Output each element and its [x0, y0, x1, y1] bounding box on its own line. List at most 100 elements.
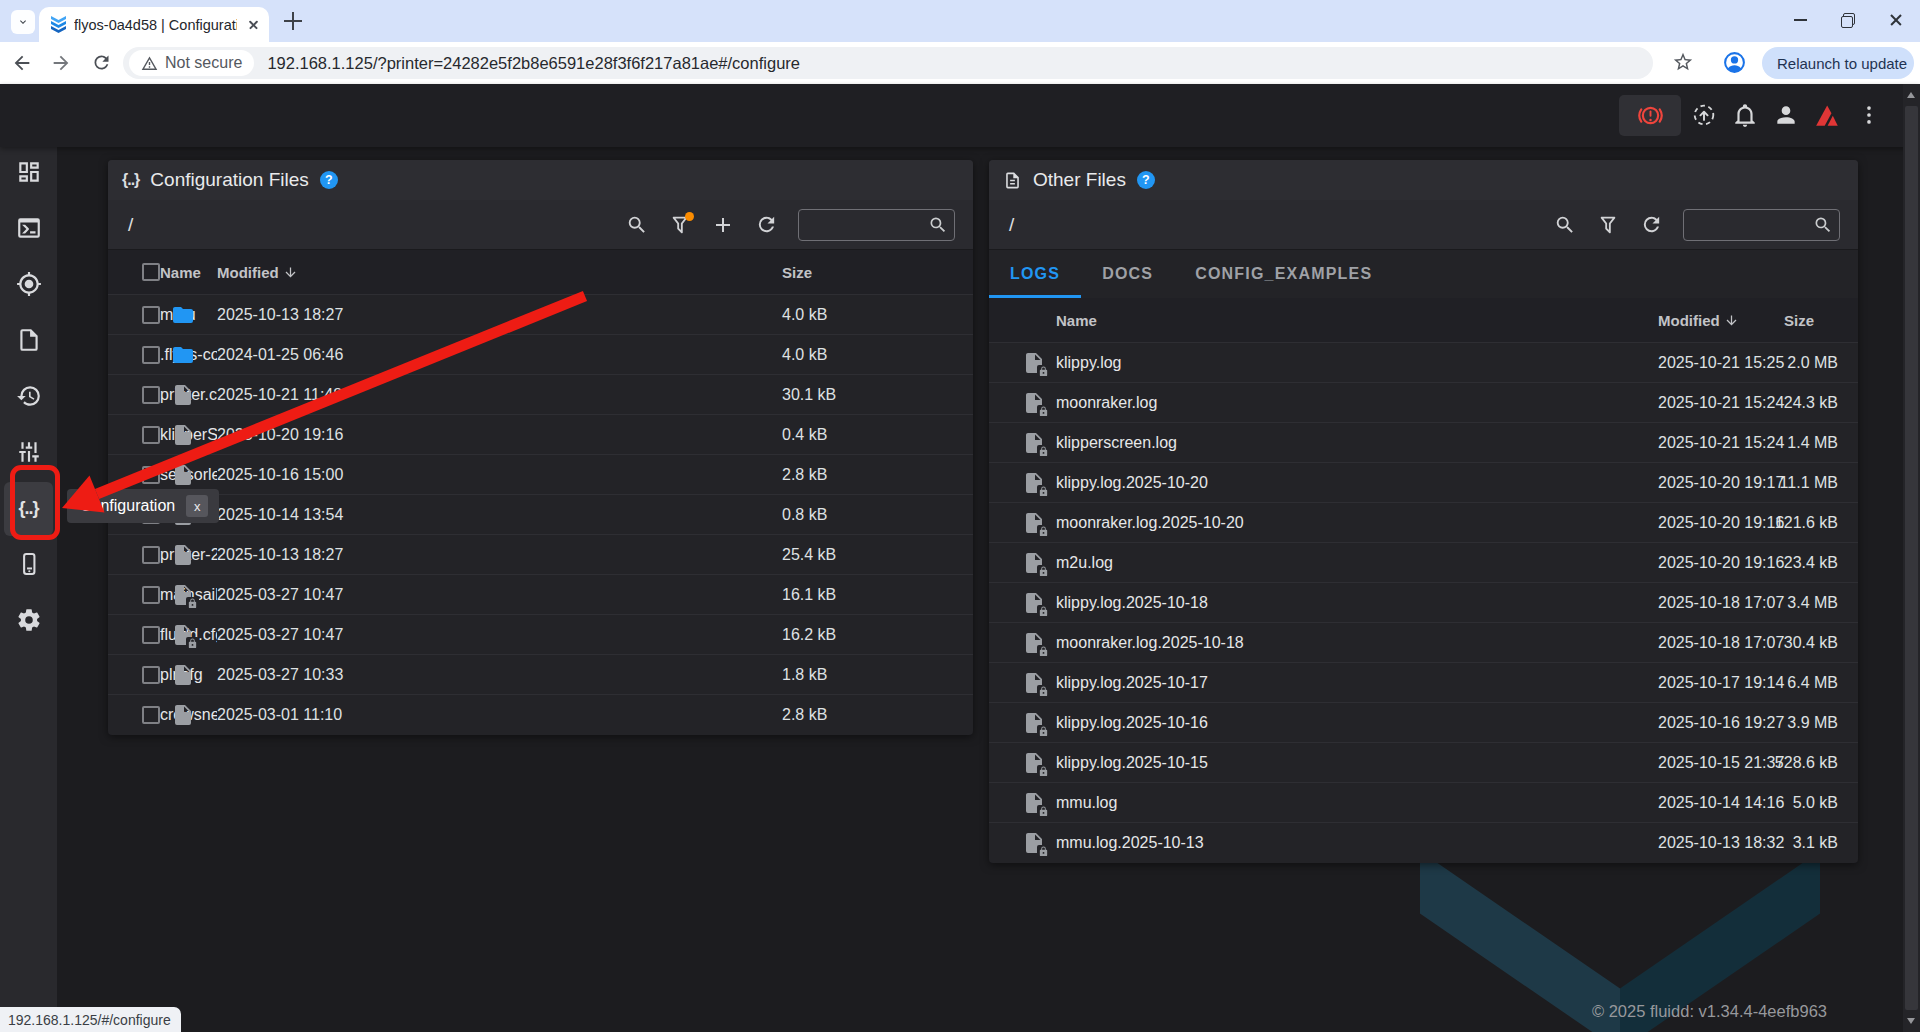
row-checkbox[interactable]	[142, 306, 160, 324]
file-search-box[interactable]	[1683, 209, 1840, 241]
row-checkbox[interactable]	[142, 426, 160, 444]
file-row[interactable]: moonraker.log.2025-10-18 2025-10-18 17:0…	[989, 622, 1858, 662]
column-size[interactable]: Size	[782, 264, 914, 281]
column-size[interactable]: Size	[1784, 312, 1838, 329]
file-row[interactable]: sensorless.cfg 2025-10-16 15:00 2.8 kB	[108, 454, 973, 494]
select-all-checkbox[interactable]	[142, 263, 160, 281]
back-button[interactable]	[11, 52, 33, 74]
file-row[interactable]: klippy.log.2025-10-20 2025-10-20 19:17 1…	[989, 462, 1858, 502]
tab-logs[interactable]: LOGS	[989, 250, 1081, 298]
file-size: 1.4 MB	[1784, 434, 1838, 452]
file-row[interactable]: fluidd.cfg 2025-03-27 10:47 16.2 kB	[108, 614, 973, 654]
forward-button[interactable]	[50, 52, 72, 74]
column-name: Name	[1056, 312, 1658, 329]
file-modified: 2025-03-27 10:47	[217, 626, 782, 644]
notifications-bell-icon[interactable]	[1732, 102, 1758, 128]
sidebar-item-dashboard[interactable]	[0, 144, 57, 200]
file-row[interactable]: mainsail.cfg 2025-03-27 10:47 16.1 kB	[108, 574, 973, 614]
tab-config_examples[interactable]: CONFIG_EXAMPLES	[1174, 250, 1393, 298]
file-row[interactable]: m2u.log 2025-10-20 19:16 23.4 kB	[989, 542, 1858, 582]
row-checkbox[interactable]	[142, 346, 160, 364]
tab-docs[interactable]: DOCS	[1081, 250, 1174, 298]
sidebar-item-system[interactable]	[0, 536, 57, 592]
help-icon[interactable]: ?	[1137, 171, 1155, 189]
file-lock-icon	[1022, 551, 1046, 575]
row-checkbox[interactable]	[142, 386, 160, 404]
column-modified[interactable]: Modified	[1658, 312, 1784, 329]
file-row[interactable]: moonraker.log.2025-10-20 2025-10-20 19:1…	[989, 502, 1858, 542]
file-row[interactable]: moonraker.conf 2025-10-14 13:54 0.8 kB	[108, 494, 973, 534]
file-row[interactable]: plr.cfg 2025-03-27 10:33 1.8 kB	[108, 654, 973, 694]
refresh-icon[interactable]	[1639, 213, 1663, 237]
sidebar-item-history[interactable]	[0, 368, 57, 424]
row-checkbox[interactable]	[142, 466, 160, 484]
search-icon[interactable]	[1553, 213, 1577, 237]
fly-brand-logo[interactable]	[1813, 102, 1840, 129]
relaunch-button[interactable]: Relaunch to update	[1762, 47, 1914, 79]
gcode-preview-icon	[16, 271, 42, 297]
breadcrumb[interactable]: /	[128, 214, 133, 236]
file-row[interactable]: printer-20251013_182707.cfg-old 2025-10-…	[108, 534, 973, 574]
breadcrumb[interactable]: /	[1009, 214, 1014, 236]
sidebar-item-jobs[interactable]	[0, 312, 57, 368]
profile-avatar[interactable]	[1722, 50, 1747, 75]
tab-close-icon[interactable]	[245, 17, 261, 33]
sidebar-item-gcode-preview[interactable]	[0, 256, 57, 312]
file-row[interactable]: klippy.log.2025-10-16 2025-10-16 19:27 3…	[989, 702, 1858, 742]
file-row[interactable]: .flyos-config 2024-01-25 06:46 4.0 kB	[108, 334, 973, 374]
file-row[interactable]: mmu.log.2025-10-13 2025-10-13 18:32 3.1 …	[989, 822, 1858, 862]
file-row[interactable]: klipperscreen.log 2025-10-21 15:24 1.4 M…	[989, 422, 1858, 462]
file-row[interactable]: mmu 2025-10-13 18:27 4.0 kB	[108, 294, 973, 334]
scrollbar-thumb[interactable]	[1905, 106, 1918, 1010]
sidebar-item-settings[interactable]	[0, 592, 57, 648]
bookmark-star-icon[interactable]	[1672, 51, 1694, 73]
emergency-stop-button[interactable]	[1619, 95, 1681, 136]
browser-tab[interactable]: flyos-0a4d58 | Configuration	[39, 7, 269, 42]
window-minimize-button[interactable]	[1790, 10, 1810, 30]
upload-print-icon[interactable]	[1691, 102, 1717, 128]
scroll-up-arrow[interactable]	[1907, 92, 1915, 98]
filter-icon[interactable]	[1596, 213, 1620, 237]
row-checkbox[interactable]	[142, 626, 160, 644]
file-row[interactable]: klippy.log.2025-10-18 2025-10-18 17:07 3…	[989, 582, 1858, 622]
security-chip[interactable]: Not secure	[129, 50, 254, 76]
address-bar[interactable]: Not secure 192.168.1.125/?printer=24282e…	[123, 47, 1653, 79]
help-icon[interactable]: ?	[320, 171, 338, 189]
file-name: klippy.log.2025-10-20	[1056, 474, 1658, 492]
row-checkbox[interactable]	[142, 666, 160, 684]
filter-active-badge	[685, 212, 694, 221]
scroll-down-arrow[interactable]	[1907, 1018, 1915, 1024]
file-row[interactable]: klipperScreen.conf 2025-10-20 19:16 0.4 …	[108, 414, 973, 454]
file-row[interactable]: crowsnest.conf 2025-03-01 11:10 2.8 kB	[108, 694, 973, 734]
filter-icon[interactable]	[668, 213, 692, 237]
refresh-icon[interactable]	[754, 213, 778, 237]
file-row[interactable]: moonraker.log 2025-10-21 15:24 24.3 kB	[989, 382, 1858, 422]
file-row[interactable]: klippy.log.2025-10-15 2025-10-15 21:37 5…	[989, 742, 1858, 782]
file-row[interactable]: mmu.log 2025-10-14 14:16 5.0 kB	[989, 782, 1858, 822]
file-search-input[interactable]	[1694, 216, 1813, 233]
user-account-icon[interactable]	[1773, 102, 1799, 128]
search-icon[interactable]	[625, 213, 649, 237]
page-scrollbar[interactable]	[1903, 84, 1920, 1032]
file-row[interactable]: klippy.log.2025-10-17 2025-10-17 19:14 6…	[989, 662, 1858, 702]
file-lock-icon	[1022, 631, 1046, 655]
new-tab-button[interactable]	[284, 12, 302, 30]
file-row[interactable]: printer.cfg 2025-10-21 11:48 30.1 kB	[108, 374, 973, 414]
file-search-input[interactable]	[809, 216, 928, 233]
window-restore-button[interactable]	[1838, 10, 1858, 30]
add-file-icon[interactable]	[711, 213, 735, 237]
reload-button[interactable]	[91, 52, 112, 73]
app-menu-kebab-icon[interactable]	[1856, 102, 1882, 128]
row-checkbox[interactable]	[142, 586, 160, 604]
file-lock-icon	[1022, 351, 1046, 375]
window-close-button[interactable]	[1886, 10, 1906, 30]
file-icon	[171, 423, 195, 447]
row-checkbox[interactable]	[142, 706, 160, 724]
sidebar-item-console[interactable]	[0, 200, 57, 256]
row-checkbox[interactable]	[142, 546, 160, 564]
tab-search-button[interactable]	[11, 10, 35, 34]
file-search-box[interactable]	[798, 209, 955, 241]
column-modified[interactable]: Modified	[217, 264, 782, 281]
file-icon	[171, 383, 195, 407]
file-row[interactable]: klippy.log 2025-10-21 15:25 2.0 MB	[989, 342, 1858, 382]
